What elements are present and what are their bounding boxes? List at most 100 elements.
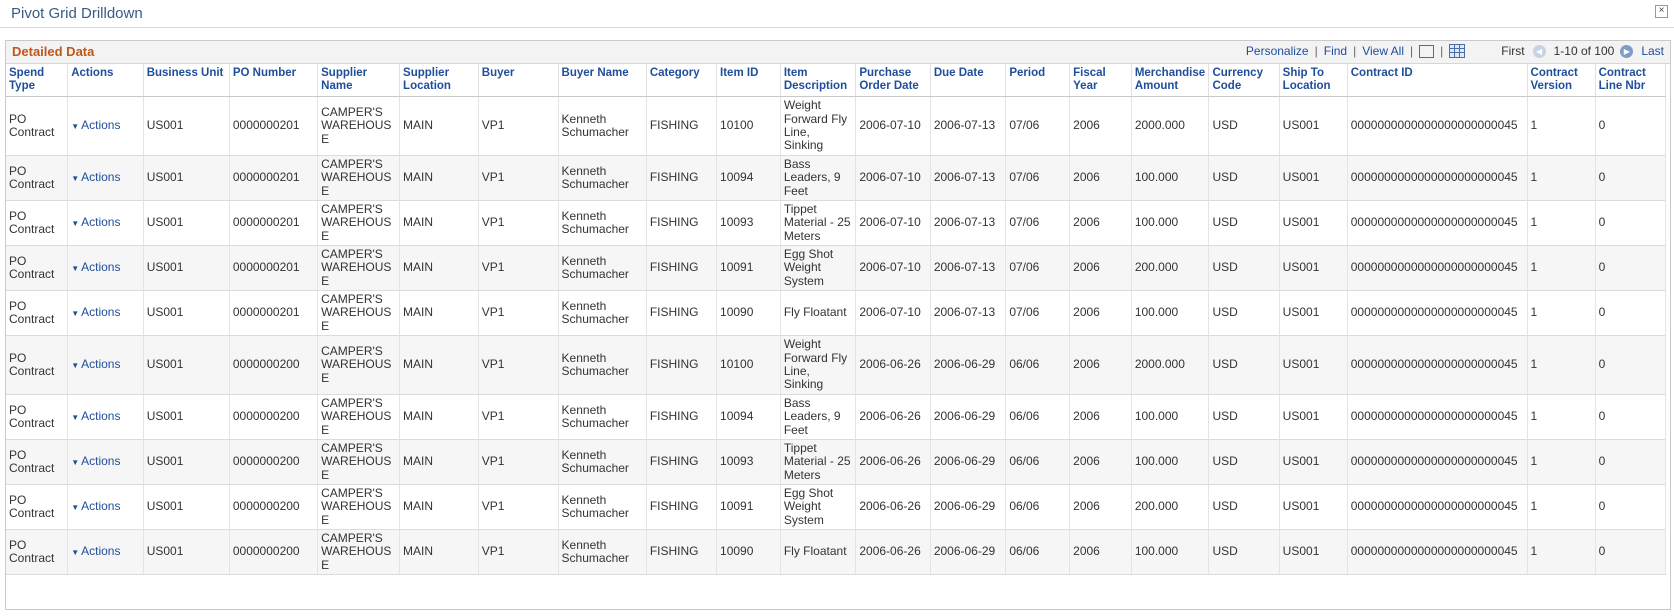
cell-supplier-name: CAMPER'S WAREHOUS E	[317, 290, 401, 336]
actions-menu-link[interactable]: ▼ Actions	[71, 215, 120, 229]
cell-business-unit: US001	[143, 335, 230, 395]
actions-menu-link[interactable]: ▼ Actions	[71, 499, 120, 513]
actions-menu-link[interactable]: ▼ Actions	[71, 260, 120, 274]
column-header[interactable]: Fiscal Year	[1069, 64, 1132, 97]
actions-menu-link[interactable]: ▼ Actions	[71, 118, 120, 132]
cell-fiscal-year: 2006	[1069, 335, 1132, 395]
cell-spend-type: PO Contract	[6, 529, 69, 575]
view-all-link[interactable]: View All	[1362, 44, 1404, 58]
column-header[interactable]: Contract Line Nbr	[1595, 64, 1667, 97]
column-header[interactable]: Supplier Name	[317, 64, 401, 97]
column-header[interactable]: Buyer	[478, 64, 559, 97]
actions-cell: ▼ Actions	[67, 335, 144, 395]
caret-down-icon: ▼	[71, 263, 80, 273]
cell-item-id: 10093	[716, 439, 781, 485]
cell-po-date: 2006-07-10	[855, 290, 931, 336]
table-row: PO Contract ▼ Actions US001 0000000200 CAMPER…	[6, 394, 1667, 440]
cell-category: FISHING	[646, 245, 718, 291]
find-link[interactable]: Find	[1324, 44, 1347, 58]
cell-currency: USD	[1208, 439, 1280, 485]
cell-buyer: VP1	[478, 200, 559, 246]
first-label: First	[1501, 44, 1525, 58]
cell-currency: USD	[1208, 155, 1280, 201]
cell-currency: USD	[1208, 335, 1280, 395]
actions-menu-link[interactable]: ▼ Actions	[71, 454, 120, 468]
actions-cell: ▼ Actions	[67, 529, 144, 575]
column-header[interactable]: Currency Code	[1208, 64, 1280, 97]
column-header[interactable]: Business Unit	[143, 64, 230, 97]
column-header[interactable]: Category	[646, 64, 718, 97]
column-header[interactable]: Ship To Location	[1279, 64, 1348, 97]
cell-currency: USD	[1208, 529, 1280, 575]
actions-menu-link[interactable]: ▼ Actions	[71, 409, 120, 423]
cell-item-description: Fly Floatant	[780, 290, 857, 336]
cell-period: 07/06	[1005, 200, 1071, 246]
column-header[interactable]: Due Date	[930, 64, 1007, 97]
detailed-data-grid: Detailed Data Personalize | Find | View …	[5, 40, 1671, 610]
cell-supplier-location: MAIN	[399, 245, 479, 291]
column-header[interactable]: Period	[1005, 64, 1071, 97]
cell-contract-version: 1	[1527, 290, 1596, 336]
cell-item-description: Weight Forward Fly Line, Sinking	[780, 96, 857, 156]
column-header[interactable]: Purchase Order Date	[855, 64, 931, 97]
column-header[interactable]: Contract ID	[1347, 64, 1528, 97]
last-link[interactable]: Last	[1641, 44, 1664, 58]
cell-spend-type: PO Contract	[6, 394, 69, 440]
column-header[interactable]: Actions	[67, 64, 144, 97]
column-header[interactable]: PO Number	[229, 64, 319, 97]
cell-spend-type: PO Contract	[6, 96, 69, 156]
close-icon[interactable]: ×	[1655, 5, 1668, 18]
cell-business-unit: US001	[143, 439, 230, 485]
cell-category: FISHING	[646, 96, 718, 156]
cell-ship-to: US001	[1279, 245, 1348, 291]
column-header[interactable]: Item Description	[780, 64, 857, 97]
actions-menu-link[interactable]: ▼ Actions	[71, 170, 120, 184]
download-to-spreadsheet-icon[interactable]	[1449, 44, 1466, 58]
cell-period: 06/06	[1005, 484, 1071, 530]
cell-period: 07/06	[1005, 290, 1071, 336]
new-window-icon[interactable]	[1419, 44, 1435, 58]
actions-label: Actions	[81, 169, 121, 184]
actions-menu-link[interactable]: ▼ Actions	[71, 357, 120, 371]
cell-due-date: 2006-06-29	[930, 335, 1007, 395]
personalize-link[interactable]: Personalize	[1246, 44, 1309, 58]
column-header[interactable]: Merchandise Amount	[1131, 64, 1210, 97]
column-header[interactable]: Buyer Name	[558, 64, 647, 97]
cell-merch-amount: 2000.000	[1131, 96, 1210, 156]
caret-down-icon: ▼	[71, 218, 80, 228]
cell-business-unit: US001	[143, 529, 230, 575]
cell-buyer: VP1	[478, 245, 559, 291]
cell-category: FISHING	[646, 394, 718, 440]
column-header[interactable]: Item ID	[716, 64, 781, 97]
cell-supplier-name: CAMPER'S WAREHOUS E	[317, 335, 401, 395]
cell-currency: USD	[1208, 290, 1280, 336]
cell-contract-line: 0	[1595, 200, 1667, 246]
caret-down-icon: ▼	[71, 502, 80, 512]
cell-po-date: 2006-06-26	[855, 529, 931, 575]
cell-ship-to: US001	[1279, 200, 1348, 246]
cell-supplier-name: CAMPER'S WAREHOUS E	[317, 96, 401, 156]
cell-po-number: 0000000200	[229, 529, 319, 575]
cell-category: FISHING	[646, 200, 718, 246]
column-header[interactable]: Spend Type	[6, 64, 69, 97]
caret-down-icon: ▼	[71, 360, 80, 370]
next-page-icon[interactable]: ▶	[1620, 44, 1634, 58]
table-row: PO Contract ▼ Actions US001 0000000201 CAMPER…	[6, 290, 1667, 336]
column-header[interactable]: Contract Version	[1527, 64, 1596, 97]
cell-spend-type: PO Contract	[6, 245, 69, 291]
previous-page-icon[interactable]: ◀	[1532, 44, 1546, 58]
cell-fiscal-year: 2006	[1069, 484, 1132, 530]
cell-po-number: 0000000200	[229, 335, 319, 395]
cell-contract-line: 0	[1595, 529, 1667, 575]
cell-contract-id: 0000000000000000000000045	[1347, 245, 1528, 291]
cell-business-unit: US001	[143, 245, 230, 291]
cell-supplier-name: CAMPER'S WAREHOUS E	[317, 439, 401, 485]
cell-contract-id: 0000000000000000000000045	[1347, 96, 1528, 156]
cell-item-description: Weight Forward Fly Line, Sinking	[780, 335, 857, 395]
actions-menu-link[interactable]: ▼ Actions	[71, 305, 120, 319]
cell-po-number: 0000000201	[229, 155, 319, 201]
cell-contract-line: 0	[1595, 290, 1667, 336]
actions-menu-link[interactable]: ▼ Actions	[71, 544, 120, 558]
column-header[interactable]: Supplier Location	[399, 64, 479, 97]
cell-supplier-location: MAIN	[399, 439, 479, 485]
